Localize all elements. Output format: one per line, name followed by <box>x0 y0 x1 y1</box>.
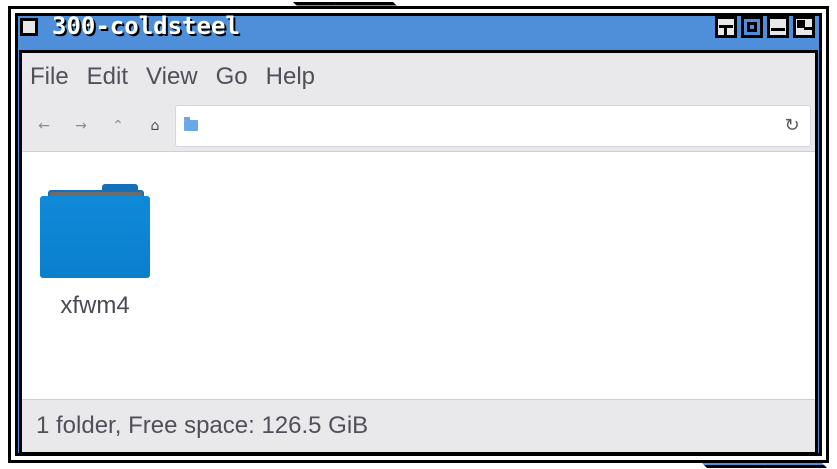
menu-file[interactable]: File <box>30 63 69 91</box>
back-icon[interactable]: ← <box>32 114 56 138</box>
window-buttons <box>715 16 815 38</box>
file-manager-window: File Edit View Go Help ← → ⌃ ⌂ ↻ xfwm4 1… <box>19 50 818 455</box>
window-title: 300-coldsteel <box>52 12 240 40</box>
shade-icon[interactable] <box>715 16 737 38</box>
window-menu-icon[interactable] <box>20 18 38 36</box>
menu-view[interactable]: View <box>146 63 198 91</box>
folder-icon <box>184 117 198 131</box>
menu-edit[interactable]: Edit <box>87 63 128 91</box>
menubar: File Edit View Go Help <box>22 53 815 101</box>
titlebar[interactable]: 300-coldsteel <box>12 8 825 46</box>
menu-go[interactable]: Go <box>216 63 248 91</box>
toolbar: ← → ⌃ ⌂ ↻ <box>22 101 815 152</box>
statusbar: 1 folder, Free space: 126.5 GiB <box>22 399 815 452</box>
location-bar[interactable]: ↻ <box>175 105 811 147</box>
folder-icon <box>40 182 150 280</box>
reload-icon[interactable]: ↻ <box>780 114 804 138</box>
file-item[interactable]: xfwm4 <box>36 182 152 332</box>
home-icon[interactable]: ⌂ <box>143 114 167 138</box>
status-text: 1 folder, Free space: 126.5 GiB <box>36 412 369 439</box>
up-icon[interactable]: ⌃ <box>106 114 130 138</box>
maximize-icon[interactable] <box>741 16 763 38</box>
menu-help[interactable]: Help <box>266 63 315 91</box>
minimize-icon[interactable] <box>767 16 789 38</box>
file-item-label: xfwm4 <box>60 292 130 319</box>
close-icon[interactable] <box>793 16 815 38</box>
file-view[interactable]: xfwm4 <box>22 152 815 400</box>
forward-icon[interactable]: → <box>69 114 93 138</box>
